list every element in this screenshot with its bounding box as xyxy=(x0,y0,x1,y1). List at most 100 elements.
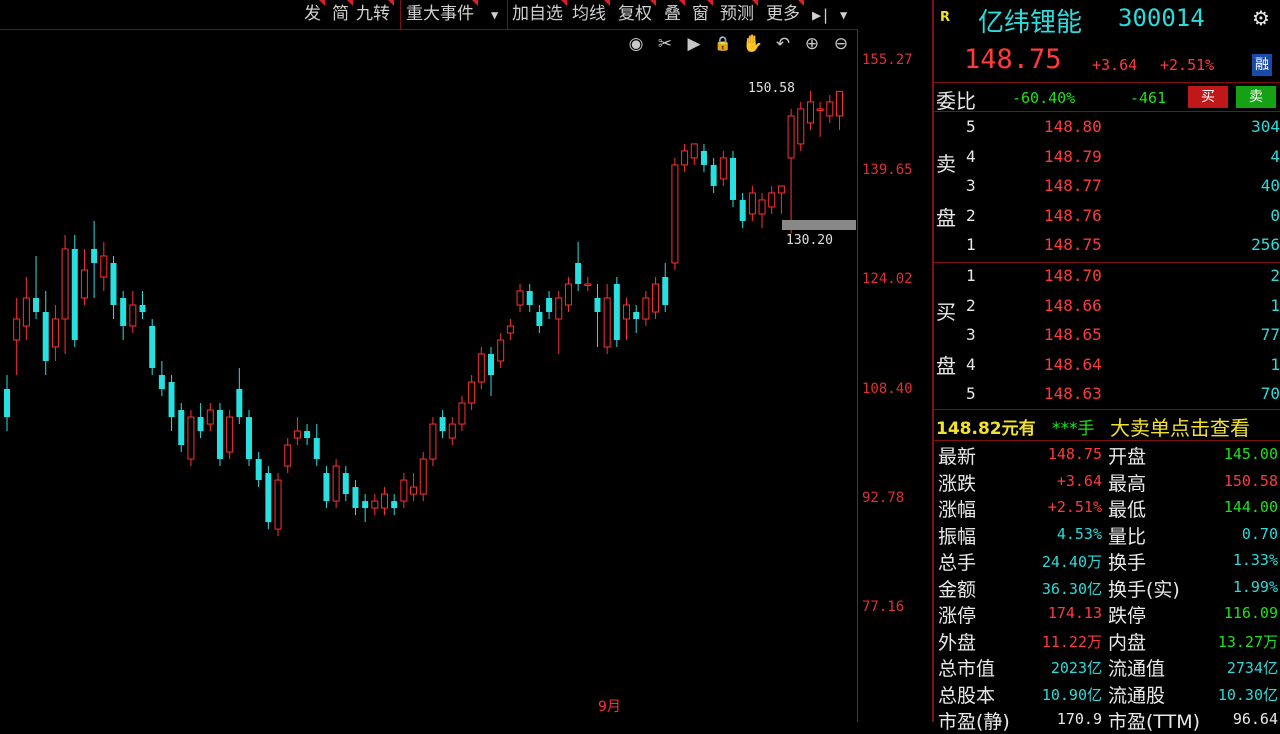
candle-up[interactable] xyxy=(652,283,660,313)
candle-down[interactable] xyxy=(304,431,311,439)
candle-down[interactable] xyxy=(216,410,223,460)
buy-button[interactable]: 买 xyxy=(1188,86,1228,108)
candle-down[interactable] xyxy=(546,297,553,312)
candle-down[interactable] xyxy=(236,389,243,418)
candle-down[interactable] xyxy=(362,501,369,509)
candle-up[interactable] xyxy=(564,283,572,306)
candle-up[interactable] xyxy=(226,416,234,453)
candle-down[interactable] xyxy=(488,354,494,376)
big-order-volume[interactable]: ***手 xyxy=(1052,414,1095,439)
candle-up[interactable] xyxy=(555,297,563,320)
candle-down[interactable] xyxy=(352,487,359,509)
bid-row[interactable]: 3 148.65 77 xyxy=(934,322,1280,348)
candle-down[interactable] xyxy=(110,262,117,305)
candle-up[interactable] xyxy=(293,430,301,439)
candle-up[interactable] xyxy=(332,465,340,502)
candle-up[interactable] xyxy=(284,444,292,467)
candle-up[interactable] xyxy=(603,297,611,348)
candle-down[interactable] xyxy=(4,389,10,418)
candle-down[interactable] xyxy=(342,473,349,495)
candle-up[interactable] xyxy=(400,479,408,502)
candle-up[interactable] xyxy=(506,325,514,334)
candle-down[interactable] xyxy=(168,382,175,418)
candle-up[interactable] xyxy=(61,248,69,320)
ask-row[interactable]: 4 148.79 4 xyxy=(934,144,1280,170)
candle-up[interactable] xyxy=(835,90,843,117)
candle-up[interactable] xyxy=(826,101,834,117)
candle-up[interactable] xyxy=(806,101,814,124)
candle-down[interactable] xyxy=(265,473,272,523)
candle-down[interactable] xyxy=(710,164,717,186)
candle-down[interactable] xyxy=(120,297,127,327)
bid-row[interactable]: 2 148.66 1 xyxy=(934,293,1280,319)
candle-up[interactable] xyxy=(187,416,195,460)
candle-up[interactable] xyxy=(768,192,776,208)
candle-up[interactable] xyxy=(13,318,21,341)
candle-up[interactable] xyxy=(777,185,785,194)
candle-up[interactable] xyxy=(681,150,689,166)
bid-row[interactable]: 1 148.70 2 xyxy=(934,263,1280,289)
candle-up[interactable] xyxy=(129,304,137,327)
candle-up[interactable] xyxy=(274,479,282,530)
candle-up[interactable] xyxy=(748,192,756,215)
candle-up[interactable] xyxy=(758,199,766,215)
bid-row[interactable]: 5 148.63 70 xyxy=(934,381,1280,407)
candle-up[interactable] xyxy=(787,115,795,159)
sell-button[interactable]: 卖 xyxy=(1236,86,1276,108)
candle-up[interactable] xyxy=(206,409,214,425)
candle-down[interactable] xyxy=(739,199,746,221)
chart-panel[interactable]: 发 简 九转 重大事件 ▼ 加自选 均线 复权 叠 窗 预测 更多 ▶| ▼ ◉… xyxy=(0,0,930,722)
candlestick-chart[interactable] xyxy=(0,0,858,722)
bid-row[interactable]: 4 148.64 1 xyxy=(934,352,1280,378)
candle-down[interactable] xyxy=(439,417,446,432)
candle-up[interactable] xyxy=(516,290,524,306)
ask-row[interactable]: 2 148.76 0 xyxy=(934,203,1280,229)
candle-down[interactable] xyxy=(391,501,398,509)
candle-down[interactable] xyxy=(323,473,330,502)
candle-up[interactable] xyxy=(671,164,679,264)
candle-down[interactable] xyxy=(313,438,320,460)
candle-up[interactable] xyxy=(419,458,427,495)
ask-row[interactable]: 5 148.80 304 xyxy=(934,114,1280,140)
candle-down[interactable] xyxy=(197,417,204,432)
candle-up[interactable] xyxy=(80,269,88,299)
candle-up[interactable] xyxy=(371,500,379,509)
candle-down[interactable] xyxy=(575,262,582,284)
candle-down[interactable] xyxy=(633,311,640,319)
candle-down[interactable] xyxy=(158,375,165,390)
candle-up[interactable] xyxy=(690,143,698,159)
candle-up[interactable] xyxy=(468,381,476,404)
candle-up[interactable] xyxy=(100,255,108,278)
big-order-link[interactable]: 大卖单点击查看 xyxy=(1110,412,1250,441)
candle-up[interactable] xyxy=(497,339,505,362)
ask-row[interactable]: 3 148.77 40 xyxy=(934,173,1280,199)
candle-down[interactable] xyxy=(139,304,146,312)
candle-down[interactable] xyxy=(536,311,543,327)
candle-down[interactable] xyxy=(255,459,262,481)
candle-down[interactable] xyxy=(526,290,533,305)
candle-down[interactable] xyxy=(246,417,252,460)
candle-up[interactable] xyxy=(22,297,30,327)
candle-up[interactable] xyxy=(797,108,805,145)
candle-down[interactable] xyxy=(730,157,736,200)
candle-up[interactable] xyxy=(477,353,485,383)
candle-up[interactable] xyxy=(458,402,466,425)
candle-up[interactable] xyxy=(429,423,437,460)
candle-down[interactable] xyxy=(594,297,601,312)
candle-up[interactable] xyxy=(410,486,418,495)
candle-down[interactable] xyxy=(71,248,78,341)
candle-down[interactable] xyxy=(33,297,40,312)
candle-up[interactable] xyxy=(719,157,727,180)
big-order-price[interactable]: 148.82元有 xyxy=(936,414,1036,439)
candle-down[interactable] xyxy=(149,326,156,369)
candle-down[interactable] xyxy=(178,410,185,446)
candle-up[interactable] xyxy=(584,283,592,286)
candle-down[interactable] xyxy=(42,311,49,362)
candle-down[interactable] xyxy=(662,276,669,305)
gear-icon[interactable]: ⚙ xyxy=(1252,6,1270,30)
candle-up[interactable] xyxy=(448,423,456,439)
candle-up[interactable] xyxy=(816,108,824,111)
candle-up[interactable] xyxy=(51,318,59,348)
candle-down[interactable] xyxy=(700,150,707,165)
candle-up[interactable] xyxy=(381,493,389,509)
